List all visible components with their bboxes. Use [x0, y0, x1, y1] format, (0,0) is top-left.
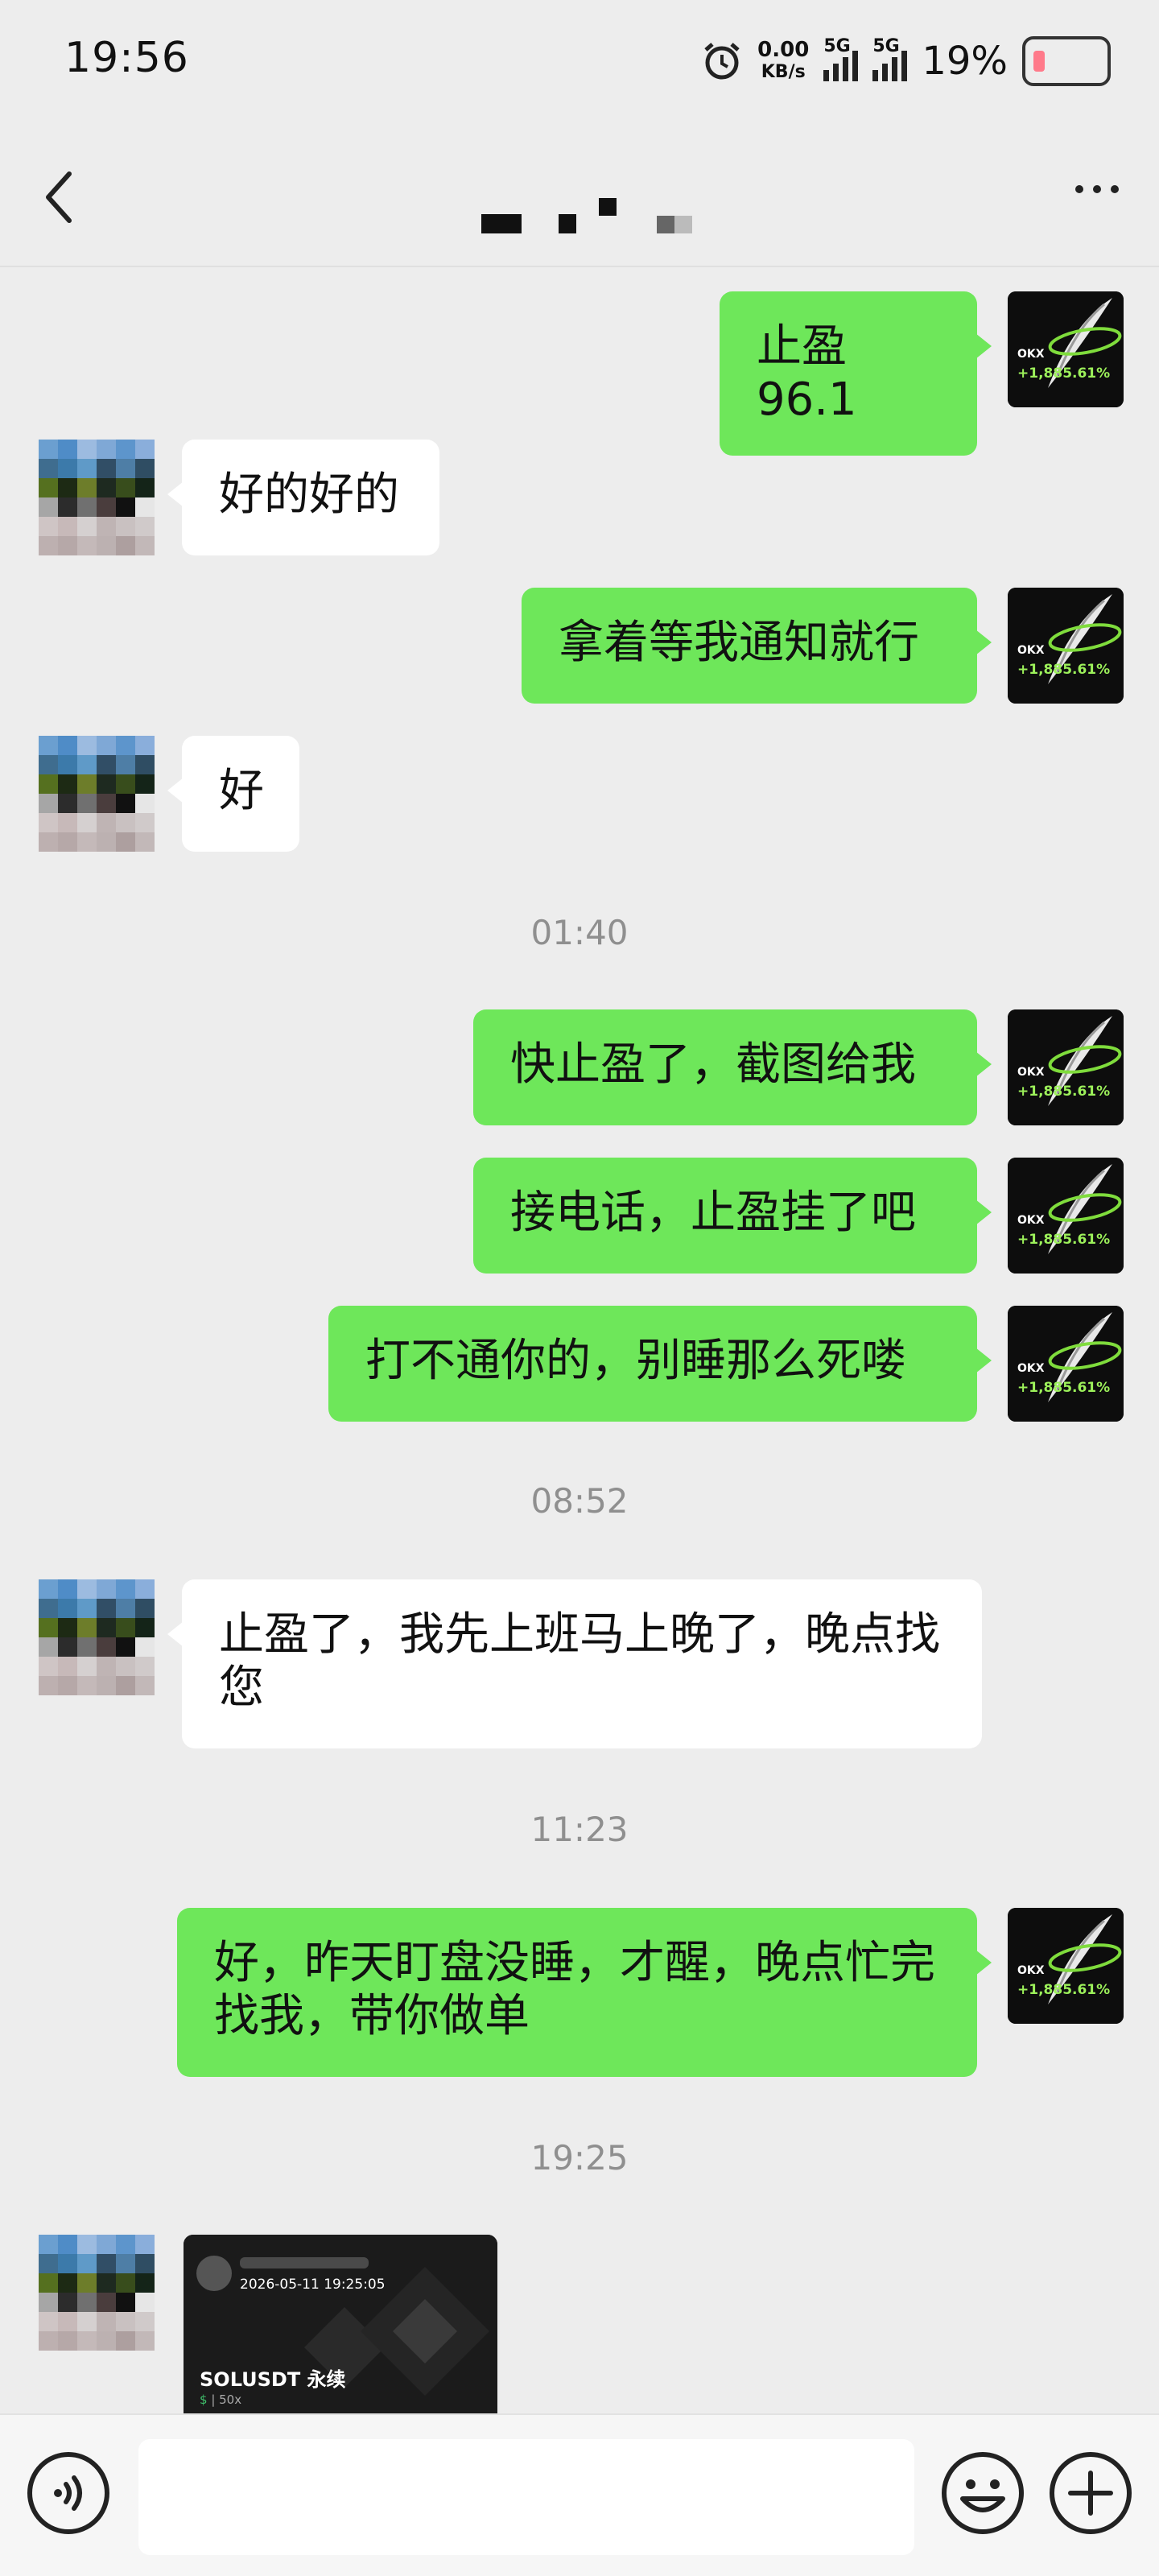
timestamp-divider: 08:52	[530, 1481, 629, 1521]
self-avatar[interactable]: OKX +1,885.61%	[1008, 588, 1124, 704]
contact-avatar[interactable]	[39, 440, 155, 555]
sent-message-bubble[interactable]: 快止盈了，截图给我	[473, 1009, 992, 1125]
okx-percent: +1,885.61%	[1017, 1380, 1111, 1396]
self-avatar[interactable]: OKX +1,885.61%	[1008, 1908, 1124, 2024]
signal-sim2-icon: 5G	[872, 36, 908, 81]
received-message-bubble[interactable]: 止盈了，我先上班马上晚了，晚点找您	[167, 1579, 982, 1748]
timestamp-divider: 11:23	[530, 1810, 629, 1849]
shared-trade-card[interactable]: 2026-05-11 19:25:05 SOLUSDT 永续 $ | 50x	[184, 2235, 497, 2420]
okx-brand: OKX	[1017, 348, 1045, 361]
contact-avatar[interactable]	[39, 1579, 155, 1695]
sent-message-bubble[interactable]: 拿着等我通知就行	[522, 588, 992, 704]
contact-avatar[interactable]	[39, 736, 155, 852]
timestamp-divider: 01:40	[530, 913, 629, 952]
card-leverage-value: 50x	[219, 2392, 242, 2407]
signal-sim1-icon: 5G	[823, 36, 859, 81]
clock: 19:56	[64, 34, 189, 82]
sent-message-bubble[interactable]: 打不通你的，别睡那么死喽	[328, 1306, 992, 1422]
okx-brand: OKX	[1017, 1066, 1045, 1079]
received-message-bubble[interactable]: 好的好的	[167, 440, 439, 555]
self-avatar[interactable]: OKX +1,885.61%	[1008, 1306, 1124, 1422]
alarm-icon	[704, 43, 740, 80]
input-bar	[0, 2413, 1159, 2576]
header-divider	[0, 266, 1159, 267]
sent-message-bubble[interactable]: 好，昨天盯盘没睡，才醒，晚点忙完找我，带你做单	[177, 1908, 992, 2077]
message-input[interactable]	[138, 2439, 914, 2555]
received-message-bubble[interactable]: 好	[167, 736, 299, 852]
okx-percent: +1,885.61%	[1017, 1232, 1111, 1248]
okx-percent: +1,885.61%	[1017, 1084, 1111, 1100]
plus-icon[interactable]	[1046, 2449, 1135, 2537]
okx-brand: OKX	[1017, 644, 1045, 657]
chevron-left-icon[interactable]	[40, 169, 80, 225]
card-leverage: $ | 50x	[200, 2392, 242, 2407]
emoji-icon[interactable]	[938, 2449, 1027, 2537]
okx-percent: +1,885.61%	[1017, 365, 1111, 382]
self-avatar[interactable]: OKX +1,885.61%	[1008, 1158, 1124, 1274]
status-icons: 0.00 KB/s 5G 5G 19%	[701, 29, 1111, 93]
sent-message-bubble[interactable]: 接电话，止盈挂了吧	[473, 1158, 992, 1274]
self-avatar[interactable]: OKX +1,885.61%	[1008, 1009, 1124, 1125]
self-avatar[interactable]: OKX +1,885.61%	[1008, 291, 1124, 407]
okx-percent: +1,885.61%	[1017, 1982, 1111, 1998]
sim2-label: 5G	[872, 36, 900, 56]
contact-name-redacted	[481, 198, 692, 233]
chat-header	[0, 129, 1159, 266]
voice-icon[interactable]	[24, 2449, 113, 2537]
network-speed-value: 0.00	[757, 38, 810, 62]
leverage-icon: $	[200, 2392, 208, 2407]
okx-brand: OKX	[1017, 1214, 1045, 1227]
okx-brand: OKX	[1017, 1964, 1045, 1977]
sim1-label: 5G	[823, 36, 851, 56]
timestamp-divider: 19:25	[530, 2138, 629, 2178]
more-dots-icon[interactable]	[1075, 185, 1119, 193]
battery-icon	[1022, 36, 1111, 86]
battery-percent: 19%	[922, 39, 1008, 84]
status-bar: 19:56 0.00 KB/s 5G 5G 19%	[0, 0, 1159, 121]
okx-brand: OKX	[1017, 1362, 1045, 1375]
network-speed-unit: KB/s	[761, 62, 806, 82]
okx-percent: +1,885.61%	[1017, 662, 1111, 678]
contact-avatar[interactable]	[39, 2235, 155, 2351]
card-title: SOLUSDT 永续	[200, 2368, 346, 2391]
network-speed: 0.00 KB/s	[757, 39, 809, 84]
card-timestamp: 2026-05-11 19:25:05	[240, 2277, 386, 2293]
sent-message-bubble[interactable]: 止盈96.1	[720, 291, 992, 456]
